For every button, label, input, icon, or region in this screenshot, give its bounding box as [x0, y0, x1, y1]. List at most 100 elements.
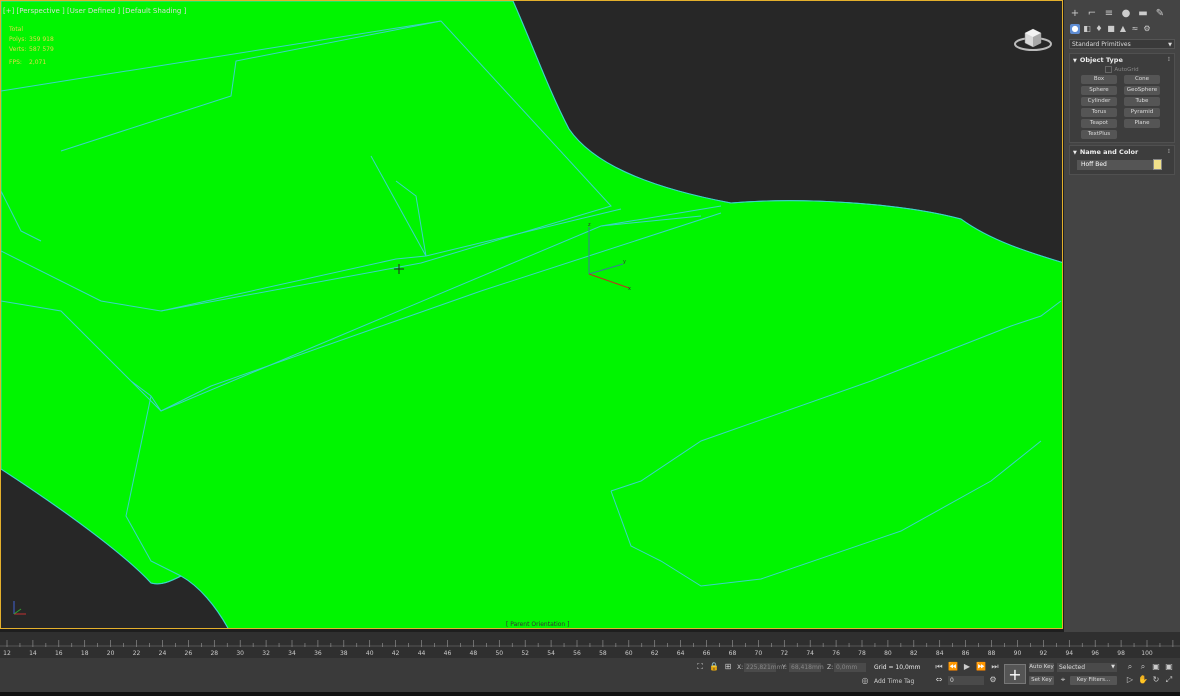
- pin-icon: ⁝: [1167, 148, 1170, 155]
- bed-mesh[interactable]: z y x: [1, 1, 1063, 629]
- go-to-end-icon[interactable]: ⏭: [990, 662, 1000, 672]
- pin-icon: ⁝: [1167, 56, 1170, 63]
- plane-button[interactable]: Plane: [1124, 119, 1160, 128]
- pan-view-icon[interactable]: ✋: [1138, 675, 1148, 685]
- set-keys-icon[interactable]: +: [1004, 664, 1026, 684]
- selection-set-dropdown[interactable]: Selected ▼: [1057, 663, 1117, 672]
- chevron-down-icon: ▼: [1168, 42, 1172, 48]
- previous-frame-icon[interactable]: ⏪: [948, 662, 958, 672]
- stats-polys-label: Polys:: [9, 36, 27, 43]
- trackbar-tick-label: 50: [495, 650, 504, 657]
- trackbar-tick-label: 32: [262, 650, 270, 657]
- trackbar-tick-label: 100: [1141, 650, 1153, 657]
- maximize-viewport-icon[interactable]: ⤢: [1164, 675, 1174, 685]
- teapot-button[interactable]: Teapot: [1081, 119, 1117, 128]
- helpers-icon[interactable]: ▲: [1118, 24, 1128, 34]
- geometry-icon[interactable]: ●: [1070, 24, 1080, 34]
- time-tag-icon[interactable]: ◎: [860, 676, 870, 686]
- trackbar-tick-label: 38: [339, 650, 348, 657]
- textplus-button[interactable]: TextPlus: [1081, 130, 1117, 139]
- name-and-color-header[interactable]: ▼ Name and Color ⁝: [1070, 146, 1174, 158]
- trackbar-tick-label: 74: [806, 650, 814, 657]
- status-bar: ⛶ 🔒 ⊞ X: 225,821mm Y: 68,418mm Z: 0,0mm …: [0, 658, 1180, 696]
- systems-icon[interactable]: ⚙: [1142, 24, 1152, 34]
- object-type-header[interactable]: ▼ Object Type ⁝: [1070, 54, 1174, 66]
- auto-key-button[interactable]: Auto Key: [1029, 663, 1054, 672]
- absolute-mode-icon[interactable]: ⊞: [723, 662, 733, 672]
- current-frame-field[interactable]: 0: [948, 676, 984, 685]
- x-coordinate-field[interactable]: 225,821mm: [744, 663, 783, 672]
- utilities-tab-icon[interactable]: ✎: [1154, 8, 1166, 20]
- display-tab-icon[interactable]: ▬: [1137, 8, 1149, 20]
- grid-size-label: Grid = 10,0mm: [874, 664, 921, 671]
- trackbar-tick-label: 54: [547, 650, 555, 657]
- trackbar-tick-label: 24: [158, 650, 167, 657]
- hierarchy-tab-icon[interactable]: ≡: [1103, 8, 1115, 20]
- trackbar-tick-label: 42: [391, 650, 400, 657]
- z-coordinate-field[interactable]: 0,0mm: [834, 663, 866, 672]
- y-coordinate-label: Y:: [782, 664, 787, 671]
- add-time-tag-button[interactable]: Add Time Tag: [874, 678, 914, 685]
- trackbar-tick-label: 48: [469, 650, 478, 657]
- time-configuration-icon[interactable]: ⚙: [988, 675, 998, 685]
- trackbar-tick-label: 40: [365, 650, 374, 657]
- geosphere-button[interactable]: GeoSphere: [1124, 86, 1160, 95]
- cylinder-button[interactable]: Cylinder: [1081, 97, 1117, 106]
- next-frame-icon[interactable]: ⏩: [976, 662, 986, 672]
- pyramid-button[interactable]: Pyramid: [1124, 108, 1160, 117]
- zoom-extents-all-icon[interactable]: ▣: [1164, 662, 1174, 672]
- spacewarps-icon[interactable]: ≈: [1130, 24, 1140, 34]
- cone-button[interactable]: Cone: [1124, 75, 1160, 84]
- object-color-swatch[interactable]: [1153, 159, 1162, 170]
- viewcube-icon[interactable]: [1013, 25, 1053, 53]
- torus-button[interactable]: Torus: [1081, 108, 1117, 117]
- modify-tab-icon[interactable]: ⌐: [1086, 8, 1098, 20]
- trackbar-tick-label: 70: [754, 650, 763, 657]
- motion-tab-icon[interactable]: ●: [1120, 8, 1132, 20]
- orbit-icon[interactable]: ↻: [1151, 675, 1161, 685]
- cameras-icon[interactable]: ■: [1106, 24, 1116, 34]
- box-button[interactable]: Box: [1081, 75, 1117, 84]
- lock-selection-icon[interactable]: 🔒: [709, 662, 719, 672]
- trackbar-tick-label: 78: [858, 650, 866, 657]
- perspective-viewport[interactable]: z y x [+] [Perspective ] [User Defined ]…: [0, 0, 1063, 629]
- trackbar-tick-label: 98: [1117, 650, 1125, 657]
- y-coordinate-field[interactable]: 68,418mm: [789, 663, 824, 672]
- orientation-label: [ Parent Orientation ]: [506, 621, 570, 628]
- lights-icon[interactable]: ♦: [1094, 24, 1104, 34]
- trackbar-tick-label: 72: [780, 650, 789, 657]
- viewport-label[interactable]: [+] [Perspective ] [User Defined ] [Defa…: [3, 7, 186, 15]
- trackbar-tick-label: 80: [884, 650, 892, 657]
- isolate-icon[interactable]: ⛶: [695, 662, 705, 672]
- zoom-extents-icon[interactable]: ▣: [1151, 662, 1161, 672]
- z-coordinate-label: Z:: [827, 664, 834, 671]
- trackbar-tick-label: 20: [106, 650, 115, 657]
- key-filter-icon[interactable]: ⌖: [1058, 675, 1068, 685]
- zoom-icon[interactable]: ⌕: [1125, 662, 1135, 672]
- trackbar-tick-label: 14: [29, 650, 37, 657]
- go-to-start-icon[interactable]: ⏮: [934, 662, 944, 672]
- trackbar-tick-label: 66: [702, 650, 711, 657]
- primitive-type-dropdown[interactable]: Standard Primitives ▼: [1069, 39, 1175, 49]
- key-filters-button[interactable]: Key Filters...: [1070, 676, 1117, 685]
- tube-button[interactable]: Tube: [1124, 97, 1160, 106]
- zoom-all-icon[interactable]: ⌕: [1138, 662, 1148, 672]
- create-tab-icon[interactable]: +: [1069, 8, 1081, 20]
- trackbar-tick-label: 18: [80, 650, 89, 657]
- gizmo-x-label: x: [628, 286, 631, 292]
- trackbar[interactable]: 12 14 16 18 20 22 24 26 28 30 32 34 36 38 40 42 44 46 48 50…: [0, 632, 1180, 658]
- trackbar-tick-label: 92: [1039, 650, 1048, 657]
- object-name-field[interactable]: Hoff Bed: [1077, 160, 1155, 170]
- shapes-icon[interactable]: ◧: [1082, 24, 1092, 34]
- os-taskbar: [0, 692, 1180, 696]
- play-icon[interactable]: ▶: [962, 662, 972, 672]
- set-key-button[interactable]: Set Key: [1029, 676, 1054, 685]
- sphere-button[interactable]: Sphere: [1081, 86, 1117, 95]
- field-of-view-icon[interactable]: ▷: [1125, 675, 1135, 685]
- fps-value: 2,071: [29, 59, 47, 66]
- trackbar-tick-label: 22: [132, 650, 141, 657]
- stats-polys-value: 359 918: [29, 36, 54, 43]
- autogrid-checkbox[interactable]: AutoGrid: [1070, 66, 1174, 75]
- key-mode-toggle-icon[interactable]: ⇔: [934, 675, 944, 685]
- trackbar-tick-label: 44: [417, 650, 426, 657]
